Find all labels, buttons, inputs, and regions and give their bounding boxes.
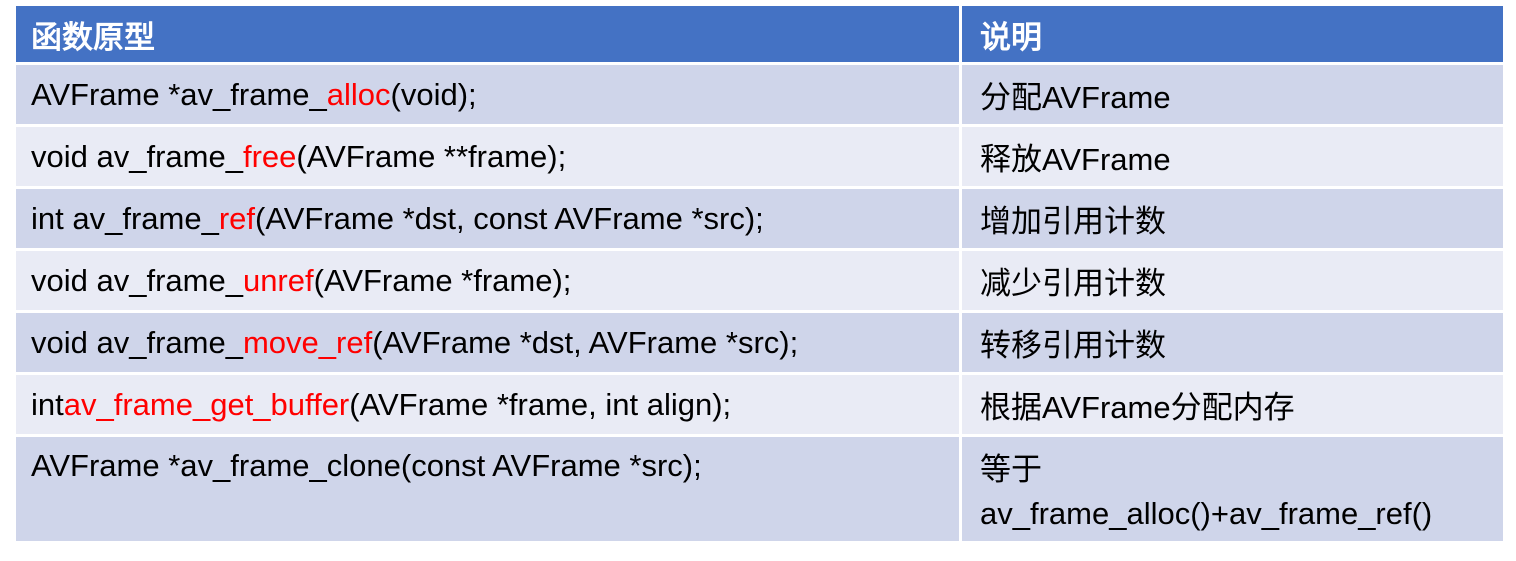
description-cell: 减少引用计数 <box>962 251 1503 310</box>
table-row: void av_frame_ free (AVFrame **frame); 释放A… <box>16 127 1503 186</box>
prototype-highlight: free <box>242 138 297 174</box>
table-row: void av_frame_ unref (AVFrame *frame); 减少引… <box>16 251 1503 310</box>
function-table: 函数原型 说明 AVFrame *av_frame_ alloc (void); 分… <box>16 6 1503 541</box>
description-line-1: 等于 <box>980 452 1042 487</box>
header-function-prototype: 函数原型 <box>16 6 959 62</box>
prototype-highlight: unref <box>242 262 314 298</box>
header-description: 说明 <box>962 6 1503 62</box>
prototype-prefix: void av_frame_ <box>31 324 243 360</box>
prototype-prefix: int <box>31 386 64 422</box>
table-row: AVFrame *av_frame_ alloc (void); 分配AVFrame <box>16 65 1503 124</box>
table-row: AVFrame *av_frame_clone(const AVFrame *s… <box>16 437 1503 541</box>
prototype-suffix: (AVFrame **frame); <box>296 138 567 174</box>
prototype-prefix: AVFrame *av_frame_clone(const AVFrame *s… <box>31 448 702 483</box>
function-prototype-cell: AVFrame *av_frame_ alloc (void); <box>16 65 959 124</box>
table-row: int av_frame_ ref (AVFrame *dst, const AVF… <box>16 189 1503 248</box>
function-prototype-cell: void av_frame_ unref (AVFrame *frame); <box>16 251 959 310</box>
description-cell: 等于 av_frame_alloc()+av_frame_ref() <box>962 437 1503 541</box>
description-cell: 释放AVFrame <box>962 127 1503 186</box>
prototype-prefix: int av_frame_ <box>31 200 219 236</box>
function-prototype-cell: int av_frame_ ref (AVFrame *dst, const AVF… <box>16 189 959 248</box>
prototype-suffix: (void); <box>390 76 477 112</box>
table-row: void av_frame_ move_ref (AVFrame *dst, AVF… <box>16 313 1503 372</box>
prototype-highlight: av_frame_get_buffer <box>63 386 350 422</box>
description-cell: 分配AVFrame <box>962 65 1503 124</box>
prototype-suffix: (AVFrame *frame, int align); <box>349 386 732 422</box>
function-prototype-cell: void av_frame_ move_ref (AVFrame *dst, AVF… <box>16 313 959 372</box>
prototype-prefix: void av_frame_ <box>31 262 243 298</box>
description-line-2: av_frame_alloc()+av_frame_ref() <box>980 496 1433 531</box>
prototype-prefix: AVFrame *av_frame_ <box>31 76 327 112</box>
prototype-highlight: move_ref <box>242 324 373 360</box>
prototype-suffix: (AVFrame *frame); <box>313 262 572 298</box>
description-cell: 根据AVFrame分配内存 <box>962 375 1503 434</box>
description-cell: 转移引用计数 <box>962 313 1503 372</box>
prototype-highlight: alloc <box>326 76 391 112</box>
function-prototype-cell: int av_frame_get_buffer (AVFrame *frame, … <box>16 375 959 434</box>
description-cell: 增加引用计数 <box>962 189 1503 248</box>
prototype-suffix: (AVFrame *dst, const AVFrame *src); <box>255 200 764 236</box>
prototype-prefix: void av_frame_ <box>31 138 243 174</box>
function-prototype-cell: AVFrame *av_frame_clone(const AVFrame *s… <box>16 437 959 541</box>
table-header-row: 函数原型 说明 <box>16 6 1503 62</box>
function-prototype-cell: void av_frame_ free (AVFrame **frame); <box>16 127 959 186</box>
table-row: int av_frame_get_buffer (AVFrame *frame, … <box>16 375 1503 434</box>
prototype-highlight: ref <box>218 200 256 236</box>
prototype-suffix: (AVFrame *dst, AVFrame *src); <box>372 324 799 360</box>
